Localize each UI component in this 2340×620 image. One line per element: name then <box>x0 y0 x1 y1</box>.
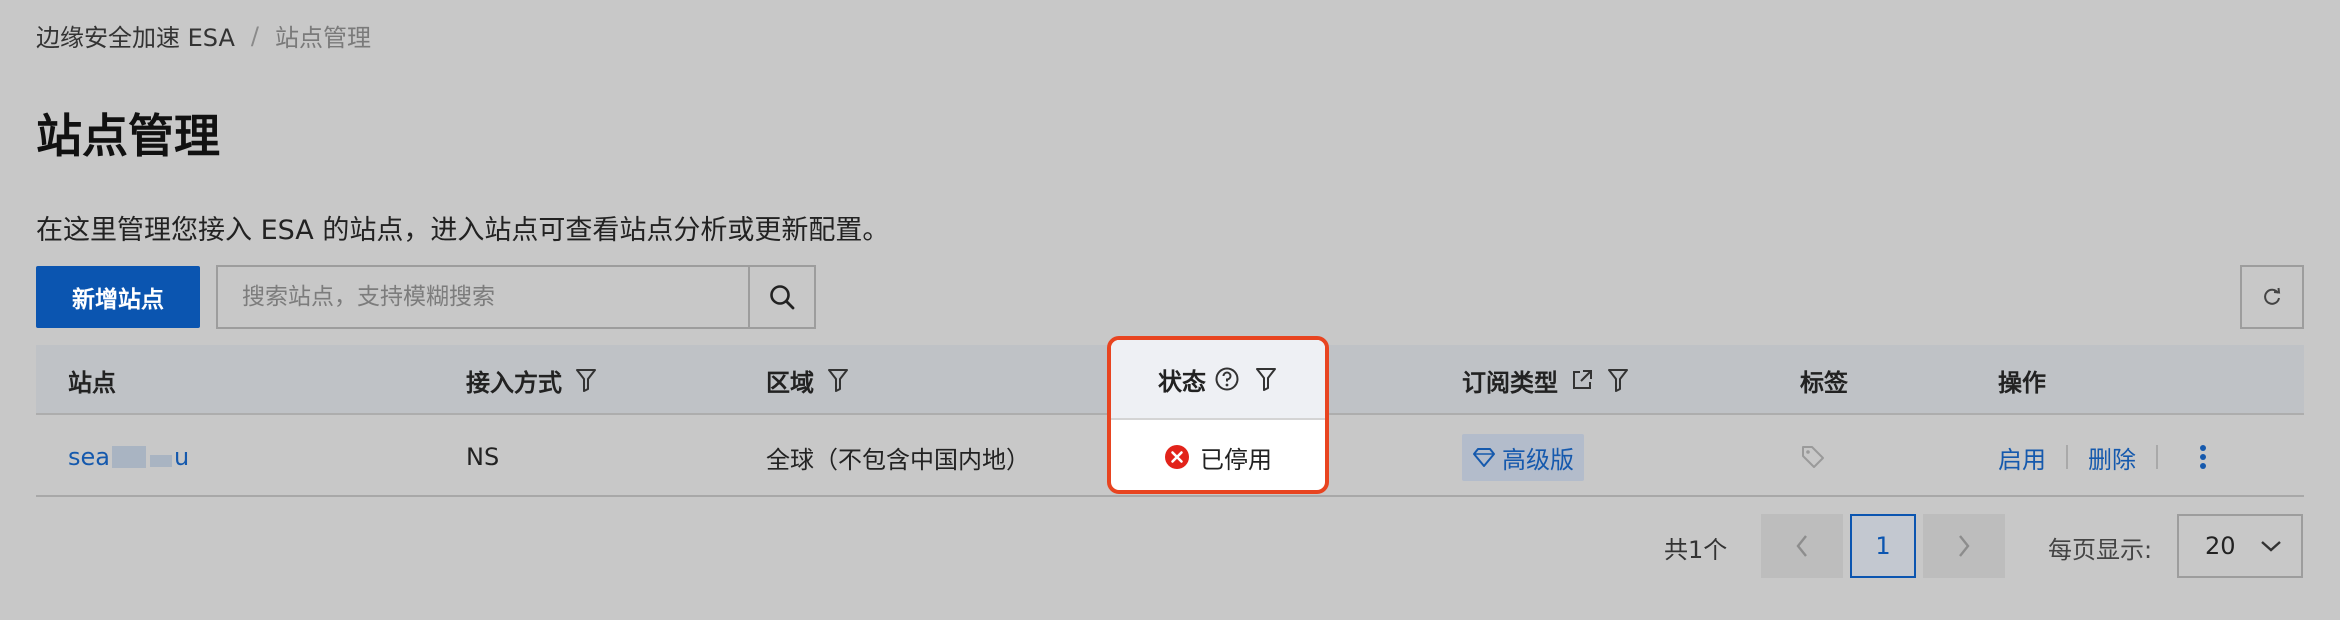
column-region-label: 区域 <box>766 368 814 397</box>
column-tags: 标签 <box>1800 345 1848 415</box>
search-icon <box>768 283 796 311</box>
page-title: 站点管理 <box>36 109 220 163</box>
site-name-suffix: u <box>173 443 190 471</box>
refresh-icon <box>2261 286 2283 308</box>
next-page-button[interactable] <box>1923 514 2005 578</box>
add-site-button[interactable]: 新增站点 <box>36 266 200 328</box>
plan-label: 高级版 <box>1502 445 1574 474</box>
refresh-button[interactable] <box>2240 265 2304 329</box>
search-box <box>216 265 816 329</box>
filter-icon[interactable] <box>1254 366 1278 392</box>
per-page-label: 每页显示: <box>2048 536 2153 564</box>
column-status: 状态 <box>1111 340 1325 420</box>
prev-page-button[interactable] <box>1761 514 1843 578</box>
tags-cell[interactable] <box>1800 417 1826 497</box>
access-value: NS <box>466 443 500 471</box>
region-value: 全球（不包含中国内地） <box>766 445 1030 474</box>
column-access: 接入方式 <box>466 345 598 415</box>
breadcrumb-current: 站点管理 <box>274 24 371 52</box>
status-value: 已停用 <box>1200 445 1272 474</box>
more-icon[interactable] <box>2198 443 2208 471</box>
per-page-value: 20 <box>2205 532 2236 560</box>
status-cell: 已停用 <box>1111 420 1325 490</box>
column-region: 区域 <box>766 345 850 415</box>
action-divider <box>2156 445 2158 469</box>
tag-icon <box>1800 444 1826 470</box>
enable-button[interactable]: 启用 <box>1998 440 2046 475</box>
action-divider <box>2066 445 2068 469</box>
plan-cell: 高级版 <box>1462 417 1584 497</box>
breadcrumb-parent[interactable]: 边缘安全加速 ESA <box>36 18 235 53</box>
page-description: 在这里管理您接入 ESA 的站点，进入站点可查看站点分析或更新配置。 <box>36 215 890 246</box>
column-site: 站点 <box>68 345 116 415</box>
search-input[interactable] <box>218 267 748 327</box>
diamond-icon <box>1472 446 1496 468</box>
redacted-block <box>149 455 172 467</box>
site-name-link[interactable]: sea u <box>68 417 189 497</box>
actions-cell: 启用 删除 <box>1998 417 2208 497</box>
column-site-label: 站点 <box>68 368 116 397</box>
site-name-prefix: sea <box>68 443 110 471</box>
filter-icon[interactable] <box>1606 367 1630 393</box>
column-status-label: 状态 <box>1158 367 1206 396</box>
help-icon[interactable] <box>1214 366 1240 392</box>
column-actions-label: 操作 <box>1998 368 2046 397</box>
column-plan: 订阅类型 <box>1462 345 1630 415</box>
column-plan-label: 订阅类型 <box>1462 368 1558 397</box>
search-button[interactable] <box>748 267 814 327</box>
page-number-button[interactable]: 1 <box>1850 514 1916 578</box>
chevron-left-icon <box>1794 533 1810 559</box>
column-access-label: 接入方式 <box>466 368 562 397</box>
breadcrumb: 边缘安全加速 ESA / 站点管理 <box>36 18 371 53</box>
chevron-right-icon <box>1956 533 1972 559</box>
chevron-down-icon <box>2259 538 2283 554</box>
filter-icon[interactable] <box>826 367 850 393</box>
filter-icon[interactable] <box>574 367 598 393</box>
redacted-block <box>111 446 146 468</box>
per-page-select[interactable]: 20 <box>2177 514 2303 578</box>
column-actions: 操作 <box>1998 345 2046 415</box>
delete-button[interactable]: 删除 <box>2088 440 2136 475</box>
error-icon <box>1164 444 1190 470</box>
total-count: 共1个 <box>1664 536 1728 564</box>
plan-badge[interactable]: 高级版 <box>1462 433 1584 481</box>
column-tags-label: 标签 <box>1800 368 1848 397</box>
external-link-icon[interactable] <box>1570 368 1594 392</box>
breadcrumb-separator: / <box>250 21 259 50</box>
status-column-highlight: 状态 已停用 <box>1107 336 1329 494</box>
